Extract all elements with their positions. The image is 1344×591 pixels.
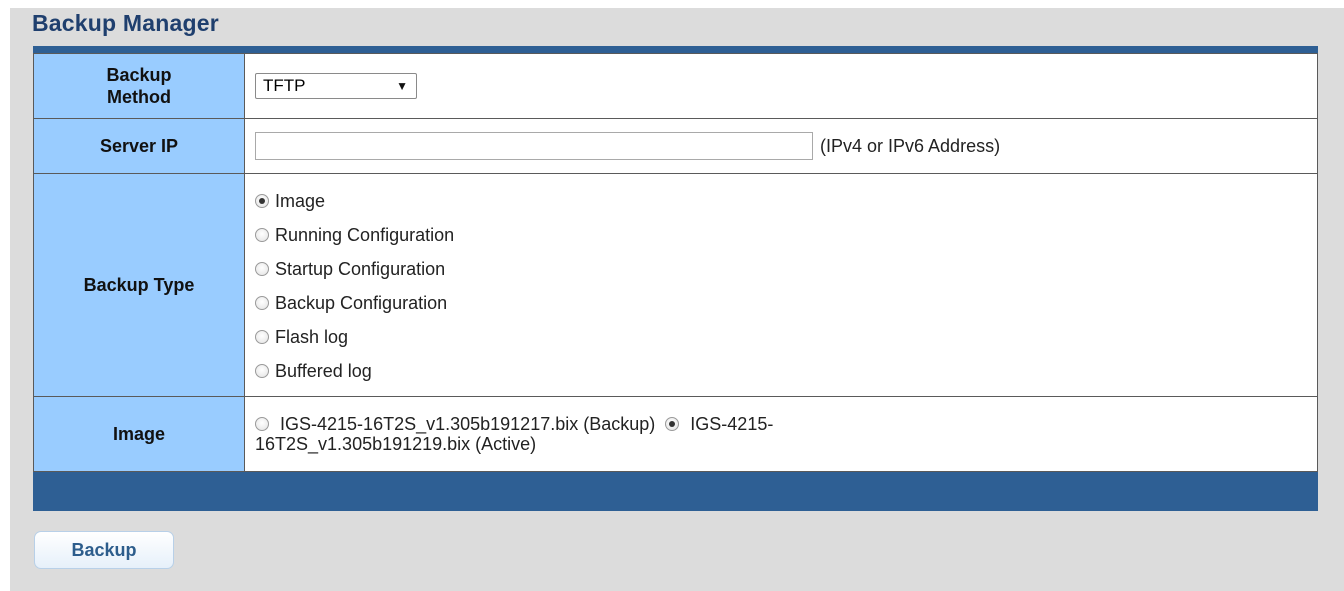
backup-type-radio[interactable] xyxy=(255,262,269,276)
backup-method-select[interactable]: TFTP ▼ xyxy=(255,73,417,99)
backup-manager-panel: Backup Manager Backup Method TFTP ▼ Serv… xyxy=(10,8,1344,591)
page-title: Backup Manager xyxy=(32,10,219,36)
backup-type-option[interactable]: Startup Configuration xyxy=(255,252,1317,286)
backup-type-option-label: Image xyxy=(275,190,326,211)
image-active-label-part1: IGS-4215- xyxy=(690,414,774,434)
backup-button[interactable]: Backup xyxy=(34,531,174,569)
backup-type-radio[interactable] xyxy=(255,228,269,242)
backup-type-option-label: Running Configuration xyxy=(275,224,455,245)
backup-type-option[interactable]: Buffered log xyxy=(255,354,1317,388)
dropdown-caret-icon: ▼ xyxy=(396,79,408,93)
backup-type-radio[interactable] xyxy=(255,194,269,208)
backup-method-label-line1: Backup xyxy=(106,65,172,85)
backup-type-options: Image Running Configuration Startup Config… xyxy=(255,176,1317,394)
backup-type-radio[interactable] xyxy=(255,296,269,310)
image-backup-label: IGS-4215-16T2S_v1.305b191217.bix (Backup… xyxy=(280,414,656,434)
image-label: Image xyxy=(33,396,245,472)
backup-method-cell: TFTP ▼ xyxy=(244,53,1318,119)
row-backup-method: Backup Method TFTP ▼ xyxy=(33,53,1318,119)
backup-type-label: Backup Type xyxy=(33,173,245,397)
server-ip-input[interactable] xyxy=(255,132,813,160)
image-active-label-part2: 16T2S_v1.305b191219.bix (Active) xyxy=(255,434,537,454)
backup-type-option[interactable]: Flash log xyxy=(255,320,1317,354)
backup-type-radio[interactable] xyxy=(255,330,269,344)
row-backup-type: Backup Type Image Running Configuration St… xyxy=(33,173,1318,397)
backup-method-selected: TFTP xyxy=(263,76,306,95)
image-cell: IGS-4215-16T2S_v1.305b191217.bix (Backup… xyxy=(244,396,1318,472)
backup-type-option-label: Startup Configuration xyxy=(275,258,446,279)
row-image: Image IGS-4215-16T2S_v1.305b191217.bix (… xyxy=(33,396,1318,472)
backup-type-option[interactable]: Backup Configuration xyxy=(255,286,1317,320)
backup-type-option[interactable]: Image xyxy=(255,184,1317,218)
settings-table-frame: Backup Method TFTP ▼ Server IP (IPv4 or … xyxy=(33,46,1318,511)
settings-table: Backup Method TFTP ▼ Server IP (IPv4 or … xyxy=(33,53,1318,472)
server-ip-cell: (IPv4 or IPv6 Address) xyxy=(244,118,1318,174)
server-ip-label: Server IP xyxy=(33,118,245,174)
backup-type-option[interactable]: Running Configuration xyxy=(255,218,1317,252)
backup-type-option-label: Buffered log xyxy=(275,360,372,381)
row-server-ip: Server IP (IPv4 or IPv6 Address) xyxy=(33,118,1318,174)
image-backup-radio[interactable] xyxy=(255,417,269,431)
backup-type-option-label: Flash log xyxy=(275,326,349,347)
backup-method-label: Backup Method xyxy=(33,53,245,119)
image-active-radio[interactable] xyxy=(665,417,680,431)
backup-type-cell: Image Running Configuration Startup Config… xyxy=(244,173,1318,397)
backup-type-option-label: Backup Configuration xyxy=(275,292,448,313)
image-options: IGS-4215-16T2S_v1.305b191217.bix (Backup… xyxy=(255,414,1317,454)
server-ip-hint: (IPv4 or IPv6 Address) xyxy=(820,135,1001,156)
backup-method-label-line2: Method xyxy=(107,87,171,107)
backup-type-radio[interactable] xyxy=(255,364,269,378)
